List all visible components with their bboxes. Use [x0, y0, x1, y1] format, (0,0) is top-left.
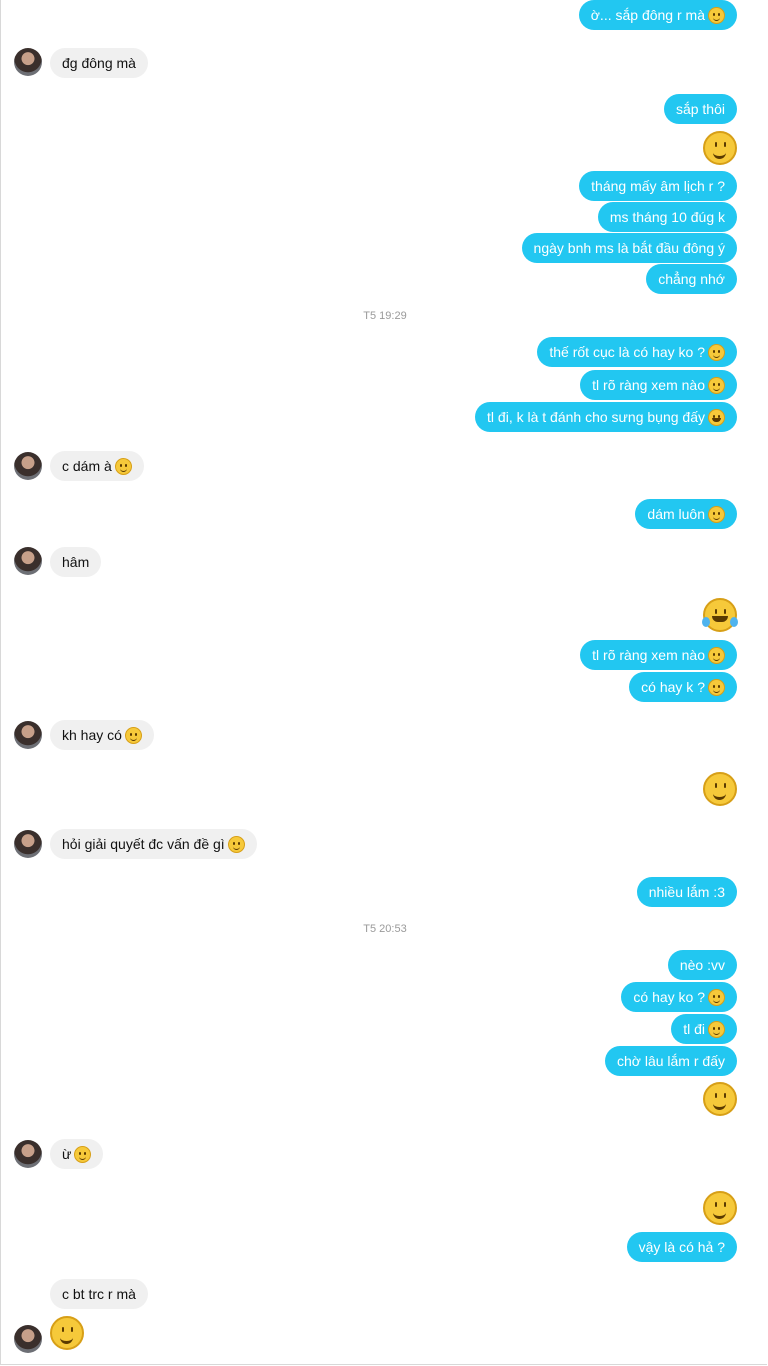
message-outgoing[interactable]: tl rõ ràng xem nào — [580, 370, 737, 400]
smile-emoji-icon — [708, 7, 725, 24]
timestamp: T5 20:53 — [363, 923, 407, 935]
chat-window: ờ... sắp đông r mà đg đông mà sắp thôi t… — [0, 0, 767, 1365]
smile-emoji-icon[interactable] — [703, 772, 737, 806]
smile-emoji-icon — [114, 458, 132, 475]
message-outgoing[interactable]: có hay k ? — [629, 672, 737, 702]
smile-emoji-icon — [74, 1146, 92, 1163]
avatar[interactable] — [14, 452, 42, 480]
smile-emoji-icon[interactable] — [50, 1316, 84, 1350]
smile-emoji-icon — [708, 506, 725, 523]
smile-emoji-icon — [708, 989, 725, 1006]
message-outgoing[interactable]: tl đi — [671, 1014, 737, 1044]
smile-emoji-icon — [708, 679, 725, 696]
message-outgoing[interactable]: nèo :vv — [667, 950, 737, 980]
avatar[interactable] — [14, 830, 42, 858]
smile-emoji-icon — [708, 344, 725, 361]
message-outgoing[interactable]: nhiều lắm :3 — [636, 877, 737, 907]
smile-emoji-icon[interactable] — [703, 1082, 737, 1116]
avatar[interactable] — [14, 721, 42, 749]
message-outgoing[interactable]: dám luôn — [635, 499, 737, 529]
avatar[interactable] — [14, 1325, 42, 1353]
laugh-emoji-icon — [708, 409, 725, 426]
message-outgoing[interactable]: có hay ko ? — [621, 982, 737, 1012]
message-incoming[interactable]: hỏi giải quyết đc vấn đề gì — [50, 829, 257, 859]
avatar[interactable] — [14, 48, 42, 76]
message-outgoing[interactable]: ờ... sắp đông r mà — [578, 0, 737, 30]
message-outgoing[interactable]: tl rõ ràng xem nào — [580, 640, 737, 670]
message-incoming[interactable]: kh hay có — [50, 720, 154, 750]
tear-icon — [730, 616, 738, 627]
avatar[interactable] — [14, 1140, 42, 1168]
message-outgoing[interactable]: vậy là có hả ? — [626, 1232, 737, 1262]
message-incoming[interactable]: đg đông mà — [50, 48, 148, 78]
message-incoming[interactable]: c dám à — [50, 451, 144, 481]
avatar[interactable] — [14, 547, 42, 575]
message-outgoing[interactable]: sắp thôi — [663, 94, 737, 124]
message-outgoing[interactable]: ngày bnh ms là bắt đầu đông ý — [521, 233, 737, 263]
smile-emoji-icon — [708, 377, 725, 394]
smile-emoji-icon — [227, 836, 245, 853]
message-outgoing[interactable]: chẳng nhớ — [646, 264, 737, 294]
message-incoming[interactable]: hâm — [50, 547, 102, 577]
smile-emoji-icon[interactable] — [703, 1191, 737, 1225]
message-outgoing[interactable]: ms tháng 10 đúg k — [597, 202, 737, 232]
message-outgoing[interactable]: tháng mấy âm lịch r ? — [579, 171, 737, 201]
message-outgoing[interactable]: chờ lâu lắm r đấy — [604, 1046, 737, 1076]
message-incoming[interactable]: c bt trc r mà — [50, 1279, 148, 1309]
smile-emoji-icon[interactable] — [703, 131, 737, 165]
laugh-emoji-icon[interactable] — [702, 598, 738, 632]
message-outgoing[interactable]: tl đi, k là t đánh cho sưng bụng đấy — [475, 402, 737, 432]
smile-emoji-icon — [708, 647, 725, 664]
tear-icon — [702, 616, 710, 627]
smile-emoji-icon — [708, 1021, 725, 1038]
message-outgoing[interactable]: thế rốt cục là có hay ko ? — [537, 337, 737, 367]
timestamp: T5 19:29 — [363, 310, 407, 322]
message-incoming[interactable]: ừ — [50, 1139, 104, 1169]
smile-emoji-icon — [124, 727, 142, 744]
